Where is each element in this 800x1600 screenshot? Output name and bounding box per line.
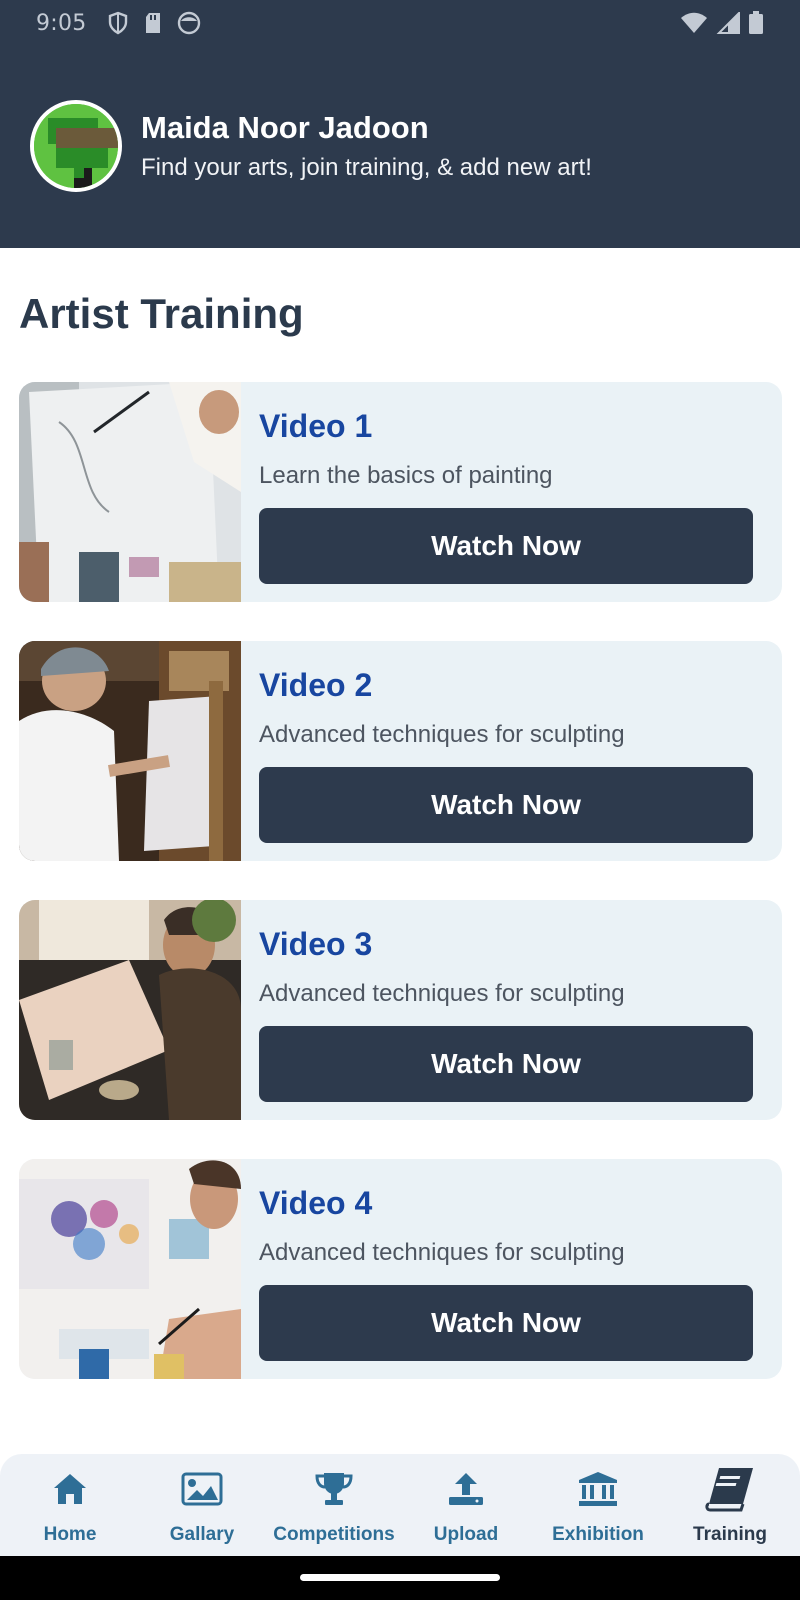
video-description: Learn the basics of painting <box>259 462 553 489</box>
video-card: Video 2 Advanced techniques for sculptin… <box>19 641 782 861</box>
watch-now-button[interactable]: Watch Now <box>259 1285 753 1361</box>
profile-subtitle: Find your arts, join training, & add new… <box>141 154 592 181</box>
video-description: Advanced techniques for sculpting <box>259 980 625 1007</box>
wifi-icon <box>681 12 707 33</box>
video-thumbnail[interactable] <box>19 382 241 602</box>
face-icon <box>177 11 200 35</box>
trophy-icon <box>315 1473 353 1505</box>
nav-label: Gallary <box>169 1524 235 1545</box>
image-icon <box>181 1472 223 1506</box>
shield-icon <box>108 11 127 35</box>
avatar-pixel-art <box>34 104 118 188</box>
nav-item-upload[interactable]: Upload <box>400 1454 532 1546</box>
battery-icon <box>749 11 763 34</box>
video-title: Video 1 <box>259 408 373 444</box>
nav-label: Exhibition <box>552 1524 644 1545</box>
page-title: Artist Training <box>19 290 304 337</box>
nav-item-training[interactable]: Training <box>664 1454 796 1546</box>
nav-item-home[interactable]: Home <box>4 1454 136 1546</box>
video-title: Video 4 <box>259 1185 373 1221</box>
book-icon <box>705 1468 753 1512</box>
watch-now-button[interactable]: Watch Now <box>259 1026 753 1102</box>
profile-name: Maida Noor Jadoon <box>141 110 429 145</box>
video-description: Advanced techniques for sculpting <box>259 1239 625 1266</box>
nav-item-gallery[interactable]: Gallary <box>136 1454 268 1546</box>
museum-icon <box>579 1472 617 1506</box>
upload-icon <box>449 1473 483 1505</box>
nav-label: Home <box>43 1524 97 1545</box>
nav-item-competitions[interactable]: Competitions <box>268 1454 400 1546</box>
profile-section: Maida Noor Jadoon Find your arts, join t… <box>30 100 592 192</box>
home-gesture-handle[interactable] <box>300 1574 500 1581</box>
video-thumbnail[interactable] <box>19 1159 241 1379</box>
video-title: Video 3 <box>259 926 373 962</box>
status-time: 9:05 <box>36 10 87 36</box>
video-thumbnail[interactable] <box>19 900 241 1120</box>
video-title: Video 2 <box>259 667 373 703</box>
video-description: Advanced techniques for sculpting <box>259 721 625 748</box>
nav-label: Competitions <box>273 1524 395 1545</box>
signal-icon <box>716 12 740 34</box>
video-card: Video 4 Advanced techniques for sculptin… <box>19 1159 782 1379</box>
home-icon <box>54 1474 86 1504</box>
nav-label: Upload <box>433 1524 499 1545</box>
video-card: Video 3 Advanced techniques for sculptin… <box>19 900 782 1120</box>
watch-now-button[interactable]: Watch Now <box>259 767 753 843</box>
system-gesture-bar <box>0 1556 800 1600</box>
video-thumbnail[interactable] <box>19 641 241 861</box>
app-header: 9:05 Maida Noor Jadoon Find your arts, j… <box>0 0 800 248</box>
avatar[interactable] <box>30 100 122 192</box>
bottom-navigation: Home Gallary Competitions Upload Exhibit… <box>0 1454 800 1556</box>
video-card: Video 1 Learn the basics of painting Wat… <box>19 382 782 602</box>
watch-now-button[interactable]: Watch Now <box>259 508 753 584</box>
status-bar: 9:05 <box>0 0 800 46</box>
nav-label: Training <box>693 1524 767 1545</box>
sd-card-icon <box>145 13 160 33</box>
nav-item-exhibition[interactable]: Exhibition <box>532 1454 664 1546</box>
